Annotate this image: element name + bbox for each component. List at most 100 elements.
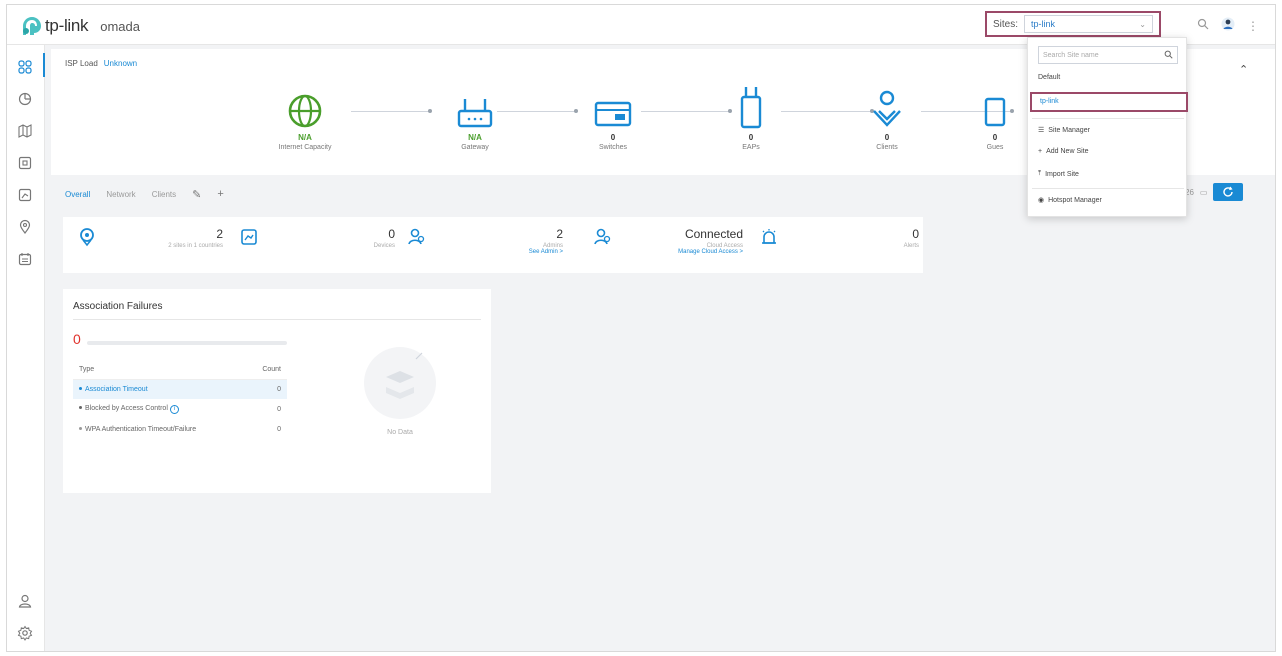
sites-label: Sites: [993, 18, 1019, 30]
map-icon[interactable] [17, 123, 33, 139]
tab-overall[interactable]: Overall [65, 190, 90, 199]
failure-type: WPA Authentication Timeout/Failure [85, 425, 197, 433]
internet-capacity-value: N/A [298, 133, 312, 142]
topology-node-internet[interactable]: N/A Internet Capacity [245, 81, 365, 151]
admins-summary: 2 Admins See Admin > [483, 227, 563, 255]
association-failures-widget: Association Failures 0 Type Count Associ… [63, 289, 491, 493]
omada-controller-window: tp-link omada Sites: tp-link ⌄ ⋮ ISP Loa… [6, 4, 1276, 652]
site-option-tp-link[interactable]: tp-link [1030, 92, 1188, 112]
plus-icon: + [1038, 148, 1043, 155]
failure-count: 0 [245, 379, 287, 399]
table-row[interactable]: WPA Authentication Timeout/Failure 0 [73, 419, 287, 439]
divider [1032, 188, 1184, 189]
site-option-default[interactable]: Default [1038, 74, 1178, 81]
switches-label: Switches [598, 144, 627, 151]
more-menu-icon[interactable]: ⋮ [1247, 19, 1259, 33]
collapse-chevron-up-icon[interactable]: ⌃ [1239, 63, 1248, 76]
failures-progress-bar [87, 341, 287, 345]
left-sidebar [7, 45, 45, 651]
topology-node-gateway[interactable]: N/A Gateway [415, 81, 535, 151]
table-row[interactable]: Association Timeout 0 [73, 379, 287, 399]
edit-tab-icon[interactable]: ✎ [192, 188, 201, 201]
isp-load-label: ISP Load [65, 59, 98, 68]
hotspot-icon: ◉ [1038, 197, 1045, 204]
summary-bar: 2 2 sites in 1 countries 0 Devices 2 Adm… [63, 217, 923, 273]
logs-icon[interactable] [17, 251, 33, 267]
settings-gear-icon[interactable] [17, 625, 33, 641]
alerts-label: Alerts [903, 243, 919, 249]
table-header-row: Type Count [73, 361, 287, 380]
devices-count: 0 [388, 227, 395, 241]
product-name: omada [100, 18, 140, 34]
location-pin-icon [77, 227, 97, 247]
insights-icon[interactable] [17, 187, 33, 203]
admin-users-icon [407, 227, 427, 247]
sidebar-active-indicator [43, 53, 45, 77]
search-icon[interactable] [1164, 50, 1173, 61]
site-select-field[interactable]: tp-link ⌄ [1024, 15, 1153, 33]
globe-icon [288, 94, 322, 128]
guest-device-icon [984, 97, 1006, 127]
import-site-item[interactable]: ⤒ Import Site [1038, 170, 1178, 178]
alerts-count: 0 [912, 227, 919, 241]
cloud-access-status: Connected [684, 227, 743, 241]
add-new-site-item[interactable]: + Add New Site [1038, 148, 1178, 155]
clients-label: Clients [876, 144, 898, 151]
calendar-icon[interactable]: ▭ [1200, 188, 1208, 197]
refresh-button[interactable] [1213, 183, 1244, 201]
column-count: Count [245, 361, 287, 380]
see-admin-link[interactable]: See Admin > [483, 249, 563, 255]
site-search-input[interactable]: Search Site name [1038, 46, 1178, 64]
location-icon[interactable] [17, 219, 33, 235]
devices-icon [239, 227, 259, 247]
sites-count: 2 [216, 227, 223, 241]
add-tab-icon[interactable]: + [217, 188, 223, 200]
empty-box-icon [364, 347, 436, 419]
menu-item-label: Hotspot Manager [1048, 196, 1102, 204]
guests-label: Gues [986, 144, 1004, 151]
sites-summary: 2 2 sites in 1 countries [123, 227, 223, 249]
list-icon: ☰ [1038, 127, 1045, 134]
tab-network[interactable]: Network [106, 190, 135, 199]
manage-cloud-access-link[interactable]: Manage Cloud Access > [633, 249, 743, 255]
tp-link-omada-logo[interactable]: tp-link omada [21, 15, 140, 37]
dashboard-icon[interactable] [17, 59, 33, 75]
admins-count: 2 [556, 227, 563, 241]
table-row[interactable]: Blocked by Access Control i 0 [73, 399, 287, 419]
gateway-value: N/A [468, 133, 482, 142]
clients-value: 0 [884, 133, 890, 142]
legend-dot [79, 406, 82, 410]
hotspot-manager-item[interactable]: ◉ Hotspot Manager [1038, 196, 1178, 205]
topology-node-guests[interactable]: 0 Gues [965, 81, 1025, 151]
widget-title: Association Failures [73, 301, 163, 312]
info-icon[interactable]: i [169, 404, 179, 414]
failure-count: 0 [277, 405, 281, 413]
account-icon[interactable] [17, 593, 33, 609]
legend-dot [79, 387, 82, 391]
site-search-placeholder: Search Site name [1043, 51, 1099, 59]
refresh-icon [1223, 186, 1234, 197]
chevron-down-icon: ⌄ [1139, 19, 1146, 29]
failure-count: 0 [277, 425, 281, 433]
tab-clients[interactable]: Clients [152, 190, 176, 199]
search-icon[interactable] [1197, 18, 1209, 33]
brand-name: tp-link [45, 16, 89, 35]
isp-load: ISP Load Unknown [65, 59, 137, 68]
failures-total: 0 [73, 331, 81, 347]
menu-item-label: Add New Site [1046, 148, 1089, 155]
site-selector[interactable]: Sites: tp-link ⌄ [985, 11, 1161, 37]
menu-item-label: Import Site [1045, 170, 1079, 178]
eaps-label: EAPs [742, 144, 760, 151]
topology-node-eaps[interactable]: 0 EAPs [691, 81, 811, 151]
user-avatar-icon[interactable] [1221, 17, 1235, 34]
eaps-value: 0 [748, 133, 754, 142]
column-type: Type [73, 361, 246, 380]
devices-summary: 0 Devices [325, 227, 395, 249]
topology-node-switches[interactable]: 0 Switches [553, 81, 673, 151]
dashboard-tools: 26 ▭ [1185, 183, 1244, 201]
devices-icon[interactable] [17, 155, 33, 171]
site-manager-item[interactable]: ☰ Site Manager [1038, 126, 1178, 135]
site-option-label: tp-link [1040, 98, 1059, 105]
topology-node-clients[interactable]: 0 Clients [827, 81, 947, 151]
statistics-icon[interactable] [17, 91, 33, 107]
